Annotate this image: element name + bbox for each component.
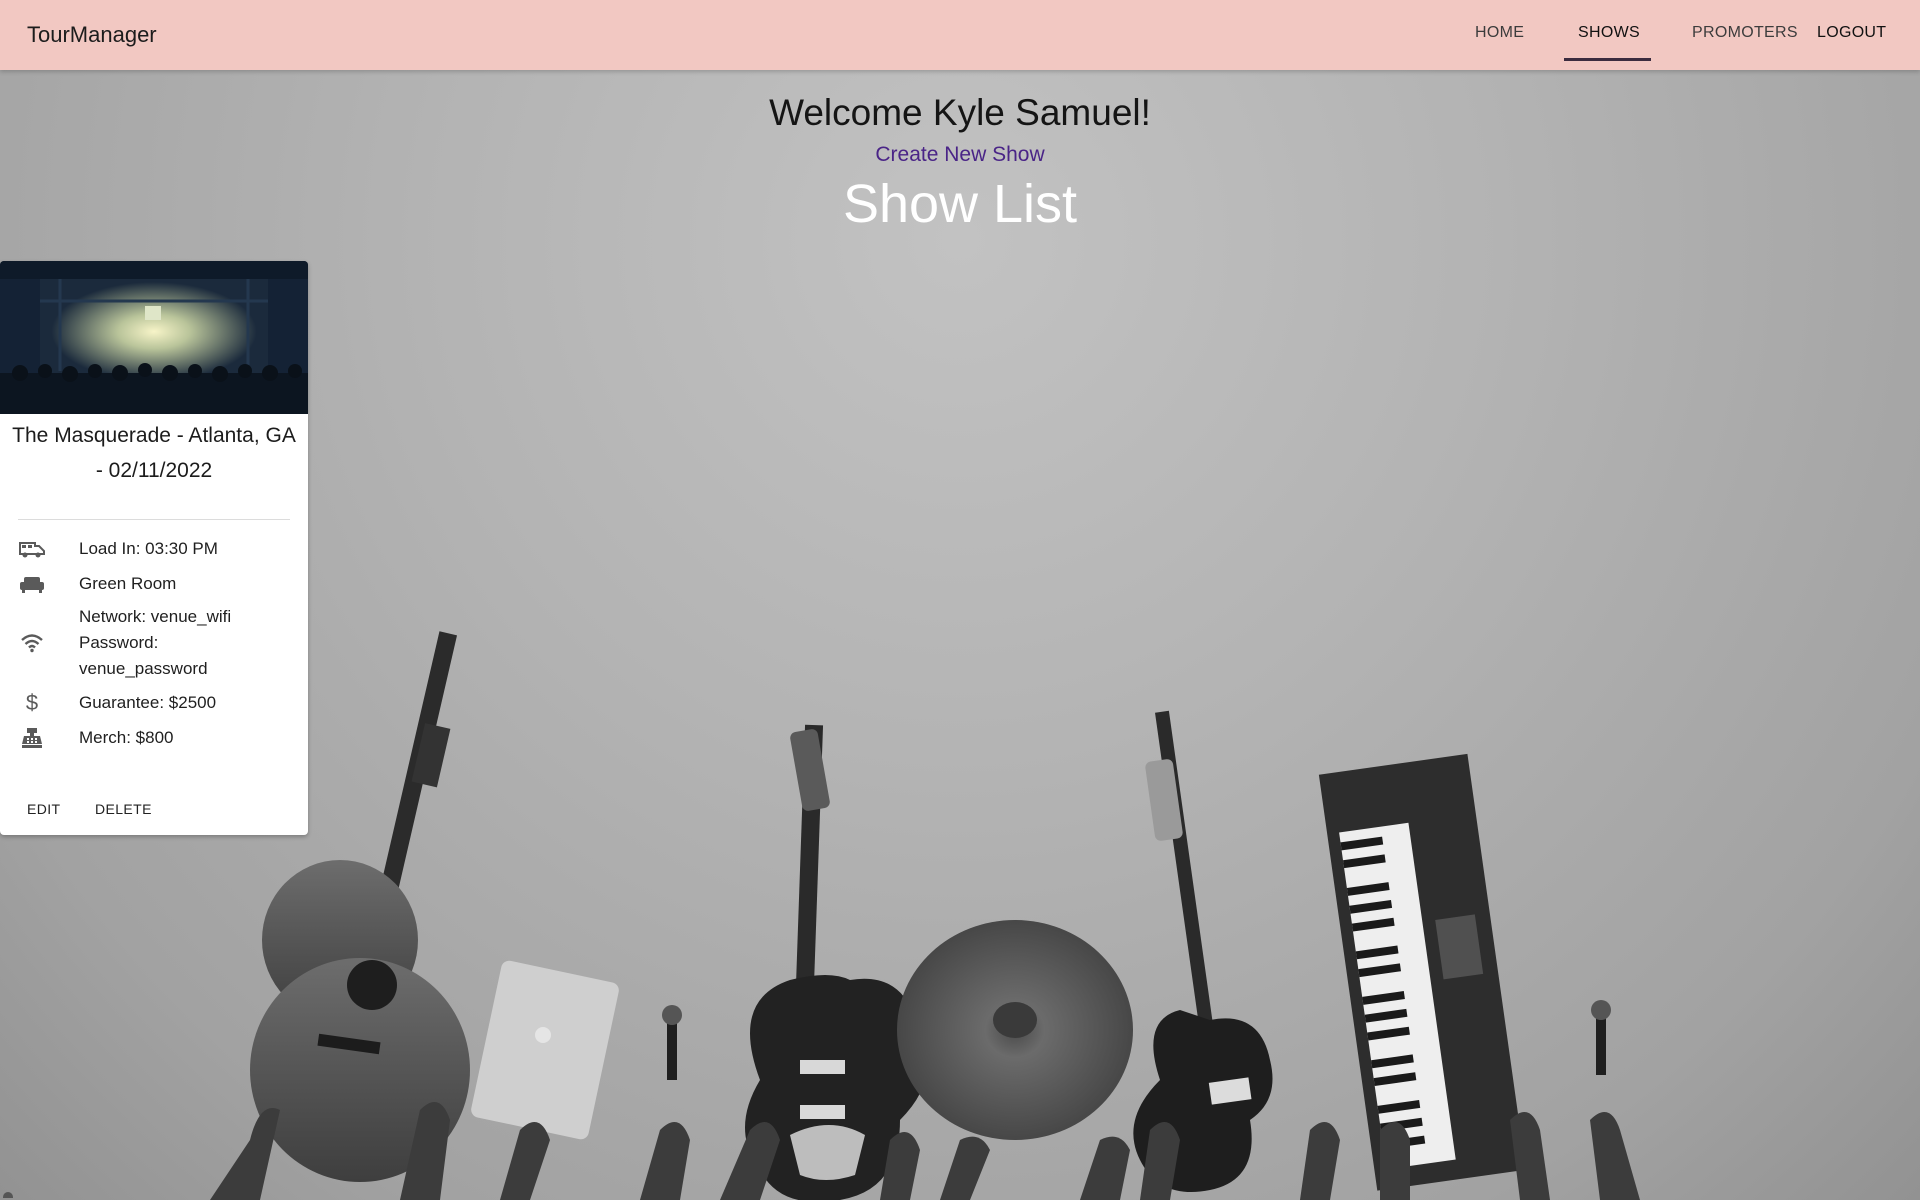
merch-text: Merch: $800	[79, 727, 174, 747]
laptop-art	[471, 960, 619, 1140]
delete-button[interactable]: DELETE	[95, 801, 152, 817]
green-room-row: Green Room	[0, 566, 308, 601]
bass-guitar-art	[1133, 710, 1273, 1192]
create-show-link-row: Create New Show	[0, 143, 1920, 167]
corner-decoration	[3, 1192, 13, 1198]
wifi-network: Network: venue_wifi	[79, 607, 232, 626]
merch-row: Merch: $800	[0, 720, 308, 755]
show-info-list: Load In: 03:30 PM Green Room Network: ve…	[0, 531, 308, 755]
wifi-text: Network: venue_wifi Password: venue_pass…	[79, 604, 279, 682]
van-icon	[17, 538, 47, 560]
sofa-icon	[17, 573, 47, 595]
create-new-show-link[interactable]: Create New Show	[875, 143, 1044, 166]
dollar-icon: $	[25, 689, 39, 715]
cymbal-art	[897, 920, 1133, 1140]
app-bar: TourManager HOME SHOWS PROMOTERS LOGOUT	[0, 0, 1920, 70]
card-actions: EDIT DELETE	[27, 801, 182, 819]
page-title: Show List	[842, 174, 1078, 234]
nav-shows[interactable]: SHOWS	[1578, 24, 1640, 42]
guarantee-text: Guarantee: $2500	[79, 692, 217, 712]
show-title-line2: - 02/11/2022	[95, 459, 213, 482]
wifi-row: Network: venue_wifi Password: venue_pass…	[0, 601, 308, 685]
guarantee-row: $ Guarantee: $2500	[0, 685, 308, 720]
wifi-password-label: Password:	[79, 633, 159, 652]
edit-button[interactable]: EDIT	[27, 801, 61, 817]
show-title-line1: The Masquerade - Atlanta, GA	[12, 424, 296, 447]
show-title: The Masquerade - Atlanta, GA - 02/11/202…	[0, 414, 308, 488]
nav-logout[interactable]: LOGOUT	[1817, 24, 1886, 42]
nav-promoters[interactable]: PROMOTERS	[1692, 24, 1798, 42]
load-in-text: Load In: 03:30 PM	[79, 538, 218, 558]
venue-photo	[0, 261, 308, 414]
welcome-heading: Welcome Kyle Samuel!	[769, 92, 1151, 133]
load-in-row: Load In: 03:30 PM	[0, 531, 308, 566]
brand-logo[interactable]: TourManager	[27, 22, 157, 48]
nav-home[interactable]: HOME	[1475, 24, 1524, 42]
cash-register-icon	[17, 727, 47, 749]
keyboard-art	[1318, 753, 1526, 1191]
wifi-password: venue_password	[79, 659, 208, 678]
wifi-icon	[17, 632, 47, 654]
green-room-text: Green Room	[79, 573, 177, 593]
nav-active-indicator	[1564, 58, 1651, 61]
show-card: The Masquerade - Atlanta, GA - 02/11/202…	[0, 261, 308, 835]
card-divider	[18, 519, 290, 520]
